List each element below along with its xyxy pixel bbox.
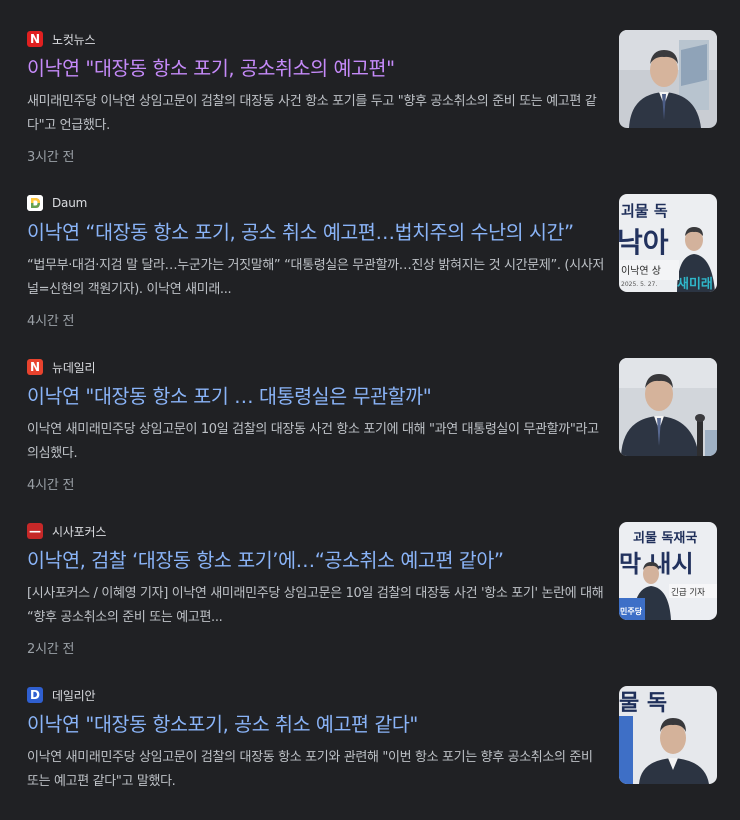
source-row: Daum (27, 194, 87, 212)
source-row: N 노컷뉴스 (27, 30, 96, 48)
article-headline-link[interactable]: 이낙연, 검찰 ‘대장동 항소 포기’에…“공소취소 예고편 같아” (27, 548, 504, 574)
article-thumbnail[interactable] (619, 358, 717, 456)
article-snippet: 새미래민주당 이낙연 상임고문이 검찰의 대장동 사건 항소 포기를 두고 "향… (27, 94, 597, 133)
source-name[interactable]: 노컷뉴스 (52, 31, 96, 48)
dailian-d-icon: D (27, 687, 43, 703)
news-article: N 노컷뉴스 이낙연 "대장동 항소 포기, 공소취소의 예고편" 새미래민주당… (0, 0, 740, 165)
article-snippet: 이낙연 새미래민주당 상임고문이 10일 검찰의 대장동 사건 항소 포기에 대… (27, 422, 599, 461)
article-time: 2시간 전 (27, 642, 75, 657)
source-name[interactable]: 뉴데일리 (52, 359, 96, 376)
news-article: D 데일리안 이낙연 "대장동 항소포기, 공소 취소 예고편 같다" 이낙연 … (0, 656, 740, 820)
article-time: 4시간 전 (27, 314, 75, 329)
thumb-text: 새미래 (677, 276, 713, 292)
source-row: N 뉴데일리 (27, 358, 96, 376)
thumb-text: 긴급 기자 (671, 587, 705, 598)
article-headline-link[interactable]: 이낙연 "대장동 항소포기, 공소 취소 예고편 같다" (27, 712, 418, 738)
source-name[interactable]: Daum (52, 196, 87, 210)
article-thumbnail[interactable]: 괴물 독 낙아 이낙연 상 2025. 5. 27. 새미래 (619, 194, 717, 292)
thumb-text: 민주당 (620, 606, 643, 616)
news-feed: N 노컷뉴스 이낙연 "대장동 항소 포기, 공소취소의 예고편" 새미래민주당… (0, 0, 740, 798)
sisafocus-icon: — (27, 523, 43, 539)
article-headline-link[interactable]: 이낙연 "대장동 항소 포기 … 대통령실은 무관할까" (27, 384, 432, 410)
thumb-text: 이낙연 상 (621, 265, 661, 277)
nocut-n-icon: N (27, 31, 43, 47)
source-name[interactable]: 데일리안 (52, 687, 96, 704)
article-time: 4시간 전 (27, 478, 75, 493)
thumb-text: 괴물 독 (621, 202, 668, 220)
news-article: — 시사포커스 이낙연, 검찰 ‘대장동 항소 포기’에…“공소취소 예고편 같… (0, 492, 740, 657)
news-article: Daum 이낙연 “대장동 항소 포기, 공소 취소 예고편…법치주의 수난의 … (0, 164, 740, 329)
thumb-text: 낙아 (619, 226, 669, 259)
thumb-text: 물 독 (619, 691, 667, 716)
article-thumbnail[interactable]: 괴물 독재국 막 내시 긴급 기자 민주당 (619, 522, 717, 620)
thumb-text: 2025. 5. 27. (621, 281, 657, 288)
newdaily-n-icon: N (27, 359, 43, 375)
article-headline-link[interactable]: 이낙연 "대장동 항소 포기, 공소취소의 예고편" (27, 56, 395, 82)
article-headline-link[interactable]: 이낙연 “대장동 항소 포기, 공소 취소 예고편…법치주의 수난의 시간” (27, 220, 574, 246)
news-article: N 뉴데일리 이낙연 "대장동 항소 포기 … 대통령실은 무관할까" 이낙연 … (0, 328, 740, 493)
article-time: 3시간 전 (27, 150, 75, 165)
thumb-text: 괴물 독재국 (633, 531, 697, 546)
article-snippet: 이낙연 새미래민주당 상임고문이 검찰의 대장동 항소 포기와 관련해 "이번 … (27, 750, 593, 789)
article-thumbnail[interactable] (619, 30, 717, 128)
source-row: — 시사포커스 (27, 522, 106, 540)
source-name[interactable]: 시사포커스 (52, 523, 106, 540)
source-row: D 데일리안 (27, 686, 96, 704)
daum-icon (27, 195, 43, 211)
article-thumbnail[interactable]: 물 독 (619, 686, 717, 784)
article-snippet: [시사포커스 / 이혜영 기자] 이낙연 새미래민주당 상임고문은 10일 검찰… (27, 586, 604, 625)
article-snippet: “법무부·대검·지검 말 달라…누군가는 거짓말해” “대통령실은 무관할까…진… (27, 258, 604, 297)
